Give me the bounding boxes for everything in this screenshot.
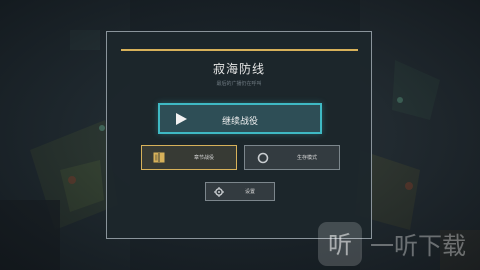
- survival-mode-button[interactable]: 生存模式: [244, 145, 340, 170]
- watermark-text: 一听下载: [370, 232, 466, 260]
- continue-campaign-button[interactable]: 继续战役: [158, 103, 322, 134]
- settings-label: 设置: [244, 189, 255, 195]
- book-icon: [153, 152, 165, 163]
- ring-icon: [257, 152, 269, 164]
- main-menu-panel: 寂海防线 最后的广播仍在呼叫 继续战役 章节战役 生存模式 设置: [106, 31, 372, 239]
- story-campaign-button[interactable]: 章节战役: [141, 145, 237, 170]
- watermark-logo: 听 一听下载: [318, 222, 466, 266]
- continue-campaign-label: 继续战役: [221, 117, 258, 127]
- game-subtitle: 最后的广播仍在呼叫: [216, 81, 262, 87]
- svg-text:听: 听: [328, 231, 352, 259]
- title-divider: [121, 49, 358, 51]
- settings-button[interactable]: 设置: [205, 182, 275, 201]
- survival-mode-label: 生存模式: [296, 155, 317, 161]
- game-title: 寂海防线: [212, 62, 265, 76]
- gear-icon: [214, 187, 224, 197]
- story-campaign-label: 章节战役: [193, 155, 214, 161]
